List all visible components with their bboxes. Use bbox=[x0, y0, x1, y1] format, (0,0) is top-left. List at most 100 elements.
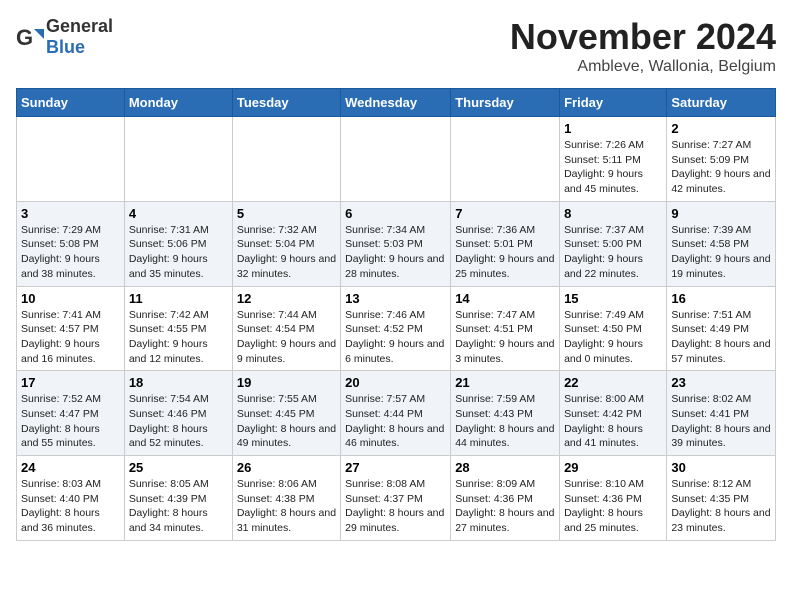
calendar-cell: 22 Sunrise: 8:00 AM Sunset: 4:42 PM Dayli… bbox=[560, 371, 667, 456]
logo: G General Blue bbox=[16, 16, 113, 58]
calendar-cell: 20Sunrise: 7:57 AM Sunset: 4:44 PM Dayli… bbox=[341, 371, 451, 456]
calendar-cell: 8Sunrise: 7:37 AM Sunset: 5:00 PM Daylig… bbox=[560, 201, 667, 286]
calendar-cell: 27 Sunrise: 8:08 AM Sunset: 4:37 PM Dayli… bbox=[341, 456, 451, 541]
calendar-cell: 30 Sunrise: 8:12 AM Sunset: 4:35 PM Dayli… bbox=[667, 456, 776, 541]
svg-text:G: G bbox=[16, 25, 33, 50]
day-info: Sunrise: 7:37 AM Sunset: 5:00 PM Dayligh… bbox=[564, 223, 662, 282]
day-number: 18 bbox=[129, 375, 228, 390]
day-info: Sunrise: 8:05 AM Sunset: 4:39 PM Dayligh… bbox=[129, 477, 228, 536]
calendar-cell: 3 Sunrise: 7:29 AM Sunset: 5:08 PM Daylig… bbox=[17, 201, 125, 286]
day-info: Sunrise: 7:27 AM Sunset: 5:09 PM Dayligh… bbox=[671, 138, 771, 197]
calendar-body: 1 Sunrise: 7:26 AM Sunset: 5:11 PM Daylig… bbox=[17, 117, 776, 541]
weekday-header-wednesday: Wednesday bbox=[341, 89, 451, 117]
calendar-cell: 4Sunrise: 7:31 AM Sunset: 5:06 PM Daylig… bbox=[124, 201, 232, 286]
day-info: Sunrise: 7:51 AM Sunset: 4:49 PM Dayligh… bbox=[671, 308, 771, 367]
calendar-cell bbox=[124, 117, 232, 202]
day-number: 19 bbox=[237, 375, 336, 390]
calendar-cell: 11Sunrise: 7:42 AM Sunset: 4:55 PM Dayli… bbox=[124, 286, 232, 371]
calendar-cell: 19 Sunrise: 7:55 AM Sunset: 4:45 PM Dayli… bbox=[232, 371, 340, 456]
calendar-week-2: 3 Sunrise: 7:29 AM Sunset: 5:08 PM Daylig… bbox=[17, 201, 776, 286]
calendar-cell bbox=[341, 117, 451, 202]
day-number: 2 bbox=[671, 121, 771, 136]
day-info: Sunrise: 7:36 AM Sunset: 5:01 PM Dayligh… bbox=[455, 223, 555, 282]
day-number: 22 bbox=[564, 375, 662, 390]
calendar-cell: 7Sunrise: 7:36 AM Sunset: 5:01 PM Daylig… bbox=[451, 201, 560, 286]
calendar-week-3: 10 Sunrise: 7:41 AM Sunset: 4:57 PM Dayli… bbox=[17, 286, 776, 371]
weekday-header-monday: Monday bbox=[124, 89, 232, 117]
day-info: Sunrise: 7:44 AM Sunset: 4:54 PM Dayligh… bbox=[237, 308, 336, 367]
day-number: 12 bbox=[237, 291, 336, 306]
day-info: Sunrise: 7:49 AM Sunset: 4:50 PM Dayligh… bbox=[564, 308, 662, 367]
calendar-cell: 6 Sunrise: 7:34 AM Sunset: 5:03 PM Daylig… bbox=[341, 201, 451, 286]
day-number: 1 bbox=[564, 121, 662, 136]
calendar-cell: 16 Sunrise: 7:51 AM Sunset: 4:49 PM Dayli… bbox=[667, 286, 776, 371]
day-number: 10 bbox=[21, 291, 120, 306]
day-number: 23 bbox=[671, 375, 771, 390]
day-number: 4 bbox=[129, 206, 228, 221]
day-number: 3 bbox=[21, 206, 120, 221]
day-number: 26 bbox=[237, 460, 336, 475]
day-info: Sunrise: 7:55 AM Sunset: 4:45 PM Dayligh… bbox=[237, 392, 336, 451]
day-info: Sunrise: 7:42 AM Sunset: 4:55 PM Dayligh… bbox=[129, 308, 228, 367]
day-info: Sunrise: 7:57 AM Sunset: 4:44 PM Dayligh… bbox=[345, 392, 446, 451]
calendar-cell: 15 Sunrise: 7:49 AM Sunset: 4:50 PM Dayli… bbox=[560, 286, 667, 371]
day-info: Sunrise: 7:41 AM Sunset: 4:57 PM Dayligh… bbox=[21, 308, 120, 367]
weekday-header-saturday: Saturday bbox=[667, 89, 776, 117]
calendar-cell: 25 Sunrise: 8:05 AM Sunset: 4:39 PM Dayli… bbox=[124, 456, 232, 541]
calendar-cell: 12 Sunrise: 7:44 AM Sunset: 4:54 PM Dayli… bbox=[232, 286, 340, 371]
calendar-week-4: 17 Sunrise: 7:52 AM Sunset: 4:47 PM Dayli… bbox=[17, 371, 776, 456]
day-number: 5 bbox=[237, 206, 336, 221]
weekday-header-sunday: Sunday bbox=[17, 89, 125, 117]
day-info: Sunrise: 7:26 AM Sunset: 5:11 PM Dayligh… bbox=[564, 138, 662, 197]
day-number: 13 bbox=[345, 291, 446, 306]
calendar-cell bbox=[451, 117, 560, 202]
day-info: Sunrise: 8:00 AM Sunset: 4:42 PM Dayligh… bbox=[564, 392, 662, 451]
day-info: Sunrise: 8:03 AM Sunset: 4:40 PM Dayligh… bbox=[21, 477, 120, 536]
calendar-header: SundayMondayTuesdayWednesdayThursdayFrid… bbox=[17, 89, 776, 117]
page-header: G General Blue November 2024 Ambleve, Wa… bbox=[16, 16, 776, 76]
day-number: 25 bbox=[129, 460, 228, 475]
weekday-header-friday: Friday bbox=[560, 89, 667, 117]
calendar-cell: 24 Sunrise: 8:03 AM Sunset: 4:40 PM Dayli… bbox=[17, 456, 125, 541]
day-info: Sunrise: 8:12 AM Sunset: 4:35 PM Dayligh… bbox=[671, 477, 771, 536]
location: Ambleve, Wallonia, Belgium bbox=[510, 58, 776, 76]
calendar-cell: 2 Sunrise: 7:27 AM Sunset: 5:09 PM Daylig… bbox=[667, 117, 776, 202]
logo-icon: G bbox=[16, 23, 44, 51]
calendar-cell: 21Sunrise: 7:59 AM Sunset: 4:43 PM Dayli… bbox=[451, 371, 560, 456]
calendar-week-1: 1 Sunrise: 7:26 AM Sunset: 5:11 PM Daylig… bbox=[17, 117, 776, 202]
day-info: Sunrise: 7:29 AM Sunset: 5:08 PM Dayligh… bbox=[21, 223, 120, 282]
day-number: 28 bbox=[455, 460, 555, 475]
day-info: Sunrise: 8:10 AM Sunset: 4:36 PM Dayligh… bbox=[564, 477, 662, 536]
day-info: Sunrise: 8:08 AM Sunset: 4:37 PM Dayligh… bbox=[345, 477, 446, 536]
day-info: Sunrise: 8:06 AM Sunset: 4:38 PM Dayligh… bbox=[237, 477, 336, 536]
day-info: Sunrise: 7:39 AM Sunset: 4:58 PM Dayligh… bbox=[671, 223, 771, 282]
day-info: Sunrise: 7:52 AM Sunset: 4:47 PM Dayligh… bbox=[21, 392, 120, 451]
day-number: 30 bbox=[671, 460, 771, 475]
month-title: November 2024 bbox=[510, 16, 776, 58]
day-number: 27 bbox=[345, 460, 446, 475]
calendar-cell: 1 Sunrise: 7:26 AM Sunset: 5:11 PM Daylig… bbox=[560, 117, 667, 202]
day-info: Sunrise: 7:59 AM Sunset: 4:43 PM Dayligh… bbox=[455, 392, 555, 451]
day-info: Sunrise: 7:46 AM Sunset: 4:52 PM Dayligh… bbox=[345, 308, 446, 367]
title-block: November 2024 Ambleve, Wallonia, Belgium bbox=[510, 16, 776, 76]
calendar-cell: 10 Sunrise: 7:41 AM Sunset: 4:57 PM Dayli… bbox=[17, 286, 125, 371]
logo-blue-text: Blue bbox=[46, 37, 85, 57]
calendar-cell: 9Sunrise: 7:39 AM Sunset: 4:58 PM Daylig… bbox=[667, 201, 776, 286]
calendar-table: SundayMondayTuesdayWednesdayThursdayFrid… bbox=[16, 88, 776, 541]
calendar-cell: 28Sunrise: 8:09 AM Sunset: 4:36 PM Dayli… bbox=[451, 456, 560, 541]
calendar-cell: 14Sunrise: 7:47 AM Sunset: 4:51 PM Dayli… bbox=[451, 286, 560, 371]
day-number: 17 bbox=[21, 375, 120, 390]
day-info: Sunrise: 7:34 AM Sunset: 5:03 PM Dayligh… bbox=[345, 223, 446, 282]
day-number: 15 bbox=[564, 291, 662, 306]
day-info: Sunrise: 7:47 AM Sunset: 4:51 PM Dayligh… bbox=[455, 308, 555, 367]
day-info: Sunrise: 7:32 AM Sunset: 5:04 PM Dayligh… bbox=[237, 223, 336, 282]
weekday-header-tuesday: Tuesday bbox=[232, 89, 340, 117]
day-number: 24 bbox=[21, 460, 120, 475]
calendar-cell: 23 Sunrise: 8:02 AM Sunset: 4:41 PM Dayli… bbox=[667, 371, 776, 456]
weekday-header-thursday: Thursday bbox=[451, 89, 560, 117]
calendar-cell bbox=[232, 117, 340, 202]
day-number: 16 bbox=[671, 291, 771, 306]
day-info: Sunrise: 8:02 AM Sunset: 4:41 PM Dayligh… bbox=[671, 392, 771, 451]
day-number: 6 bbox=[345, 206, 446, 221]
calendar-cell: 18Sunrise: 7:54 AM Sunset: 4:46 PM Dayli… bbox=[124, 371, 232, 456]
